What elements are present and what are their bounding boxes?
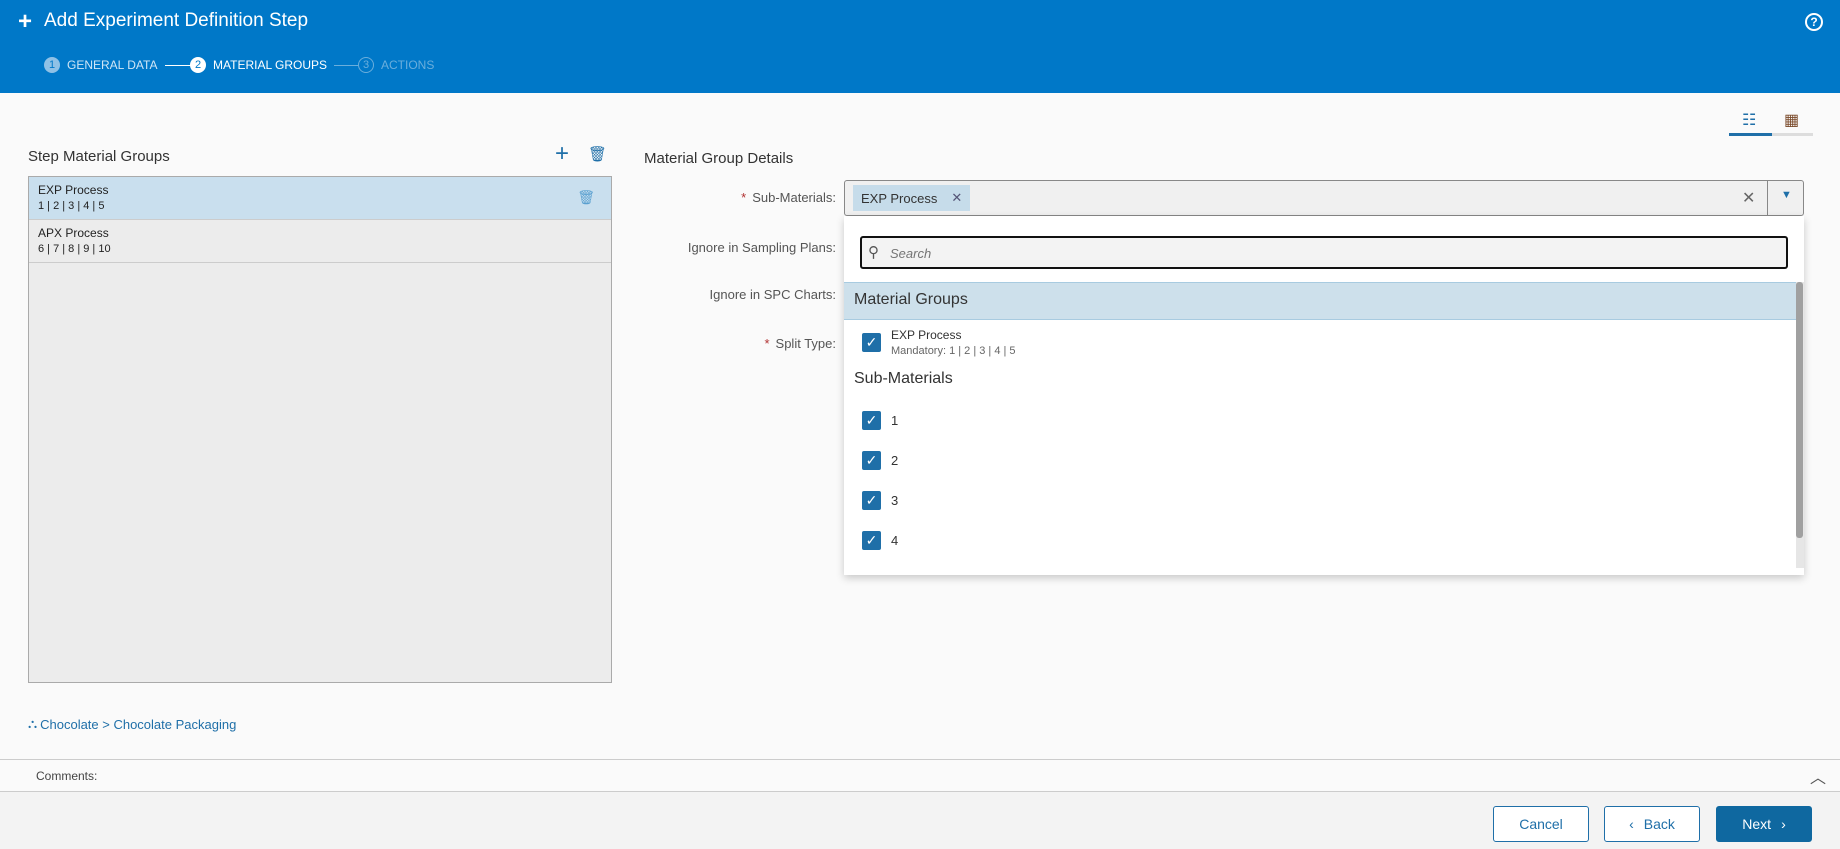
search-icon: ⚲ — [868, 243, 879, 261]
step-connector — [334, 65, 358, 66]
button-label: Cancel — [1519, 816, 1563, 832]
item-name: EXP Process — [38, 183, 602, 197]
checkbox-checked-icon[interactable]: ✓ — [862, 491, 881, 510]
view-tab-track — [1772, 133, 1813, 136]
cancel-button[interactable]: Cancel — [1493, 806, 1589, 842]
hierarchy-icon: ⛬ — [28, 716, 37, 732]
list-item[interactable]: APX Process 6 | 7 | 8 | 9 | 10 — [29, 220, 611, 263]
spc-label: Ignore in SPC Charts: — [536, 287, 836, 302]
breadcrumb[interactable]: ⛬Chocolate > Chocolate Packaging — [28, 716, 236, 732]
split-type-label: * Split Type: — [536, 336, 836, 351]
option-label: 1 — [891, 413, 898, 428]
sub-materials-select[interactable]: EXP Process ✕ ✕ ▼ — [844, 180, 1804, 216]
step-label: GENERAL DATA — [67, 58, 157, 72]
list-view-icon[interactable]: ☷ — [1742, 110, 1756, 130]
next-button[interactable]: Next › — [1716, 806, 1812, 842]
option-label: 4 — [891, 533, 898, 548]
checkbox-checked-icon[interactable]: ✓ — [862, 531, 881, 550]
group-header: Material Groups — [844, 282, 1796, 320]
chip-label: EXP Process — [861, 191, 937, 206]
chevron-left-icon: ‹ — [1629, 816, 1634, 832]
label-text: Sub-Materials: — [752, 190, 836, 205]
chevron-down-icon[interactable]: ▼ — [1781, 189, 1792, 201]
breadcrumb-text[interactable]: Chocolate > Chocolate Packaging — [40, 717, 236, 732]
view-tab-indicator — [1729, 133, 1772, 136]
delete-group-icon[interactable]: 🗑 — [588, 145, 607, 163]
checkbox-checked-icon[interactable]: ✓ — [862, 333, 881, 352]
button-label: Next — [1742, 816, 1771, 832]
add-icon: + — [18, 12, 32, 32]
material-group-list: EXP Process 1 | 2 | 3 | 4 | 5 🗑 APX Proc… — [28, 176, 612, 683]
group-option[interactable]: ✓ EXP Process Mandatory: 1 | 2 | 3 | 4 | … — [862, 328, 1016, 357]
add-group-icon[interactable]: + — [555, 140, 569, 168]
details-title: Material Group Details — [644, 150, 793, 167]
option-label: 2 — [891, 453, 898, 468]
item-subs: 1 | 2 | 3 | 4 | 5 — [38, 200, 602, 212]
chip-remove-icon[interactable]: ✕ — [951, 190, 962, 206]
clear-icon[interactable]: ✕ — [1742, 188, 1755, 208]
header: + Add Experiment Definition Step 1 GENERA… — [0, 0, 1840, 93]
required-marker: * — [741, 190, 746, 205]
comments-label: Comments: — [36, 769, 97, 783]
table-view-icon[interactable]: ▦ — [1784, 110, 1799, 130]
step-connector — [165, 65, 191, 66]
label-text: Split Type: — [776, 336, 836, 351]
chevron-up-icon[interactable]: ︿ — [1810, 764, 1826, 788]
sub-material-option[interactable]: ✓2 — [862, 451, 898, 470]
checkbox-checked-icon[interactable]: ✓ — [862, 411, 881, 430]
sub-material-option[interactable]: ✓1 — [862, 411, 898, 430]
help-icon[interactable]: ? — [1805, 13, 1823, 31]
back-button[interactable]: ‹ Back — [1604, 806, 1700, 842]
step-number: 2 — [190, 57, 206, 73]
step-general-data[interactable]: 1 GENERAL DATA — [44, 57, 157, 73]
step-label: MATERIAL GROUPS — [213, 58, 327, 72]
search-input[interactable] — [890, 242, 1770, 264]
sub-material-option[interactable]: ✓3 — [862, 491, 898, 510]
item-subs: 6 | 7 | 8 | 9 | 10 — [38, 243, 602, 255]
checkbox-checked-icon[interactable]: ✓ — [862, 451, 881, 470]
step-number: 3 — [358, 57, 374, 73]
scrollbar-thumb[interactable] — [1796, 282, 1803, 538]
option-mandatory: Mandatory: 1 | 2 | 3 | 4 | 5 — [891, 345, 1016, 357]
list-item[interactable]: EXP Process 1 | 2 | 3 | 4 | 5 🗑 — [29, 177, 611, 220]
section-title: Step Material Groups — [28, 148, 170, 165]
sub-materials-dropdown: ⚲ Material Groups ✓ EXP Process Mandatory… — [844, 216, 1804, 575]
sub-materials-label: * Sub-Materials: — [536, 190, 836, 205]
step-number: 1 — [44, 57, 60, 73]
item-name: APX Process — [38, 226, 602, 240]
search-box[interactable]: ⚲ — [860, 236, 1788, 269]
comments-bar[interactable]: Comments: ︿ — [0, 759, 1840, 792]
chevron-right-icon: › — [1781, 816, 1786, 832]
step-label: ACTIONS — [381, 58, 434, 72]
option-name: EXP Process — [891, 328, 1016, 342]
button-label: Back — [1644, 816, 1675, 832]
sampling-label: Ignore in Sampling Plans: — [536, 240, 836, 255]
divider — [1767, 181, 1768, 215]
option-label: 3 — [891, 493, 898, 508]
selected-chip: EXP Process ✕ — [853, 185, 970, 211]
sub-material-option[interactable]: ✓4 — [862, 531, 898, 550]
step-actions[interactable]: 3 ACTIONS — [358, 57, 434, 73]
step-material-groups[interactable]: 2 MATERIAL GROUPS — [190, 57, 327, 73]
sub-materials-header: Sub-Materials — [854, 370, 953, 388]
required-marker: * — [764, 336, 769, 351]
page-title: Add Experiment Definition Step — [44, 10, 308, 32]
